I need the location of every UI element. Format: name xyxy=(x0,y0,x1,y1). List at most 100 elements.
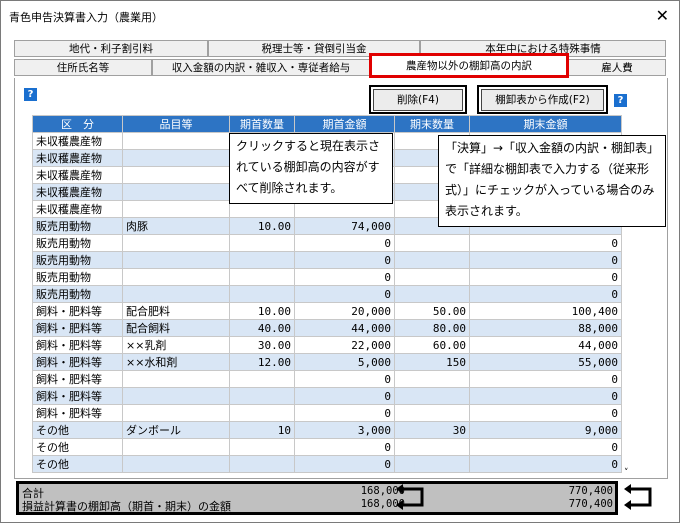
end-qty-cell[interactable] xyxy=(394,268,470,286)
category-cell[interactable]: 未収穫農産物 xyxy=(32,166,123,184)
begin-qty-cell[interactable]: 30.00 xyxy=(229,336,295,354)
end-amount-cell[interactable]: 0 xyxy=(469,455,622,473)
category-cell[interactable]: 飼料・肥料等 xyxy=(32,319,123,337)
begin-amount-cell[interactable]: 0 xyxy=(294,387,395,405)
end-qty-cell[interactable]: 50.00 xyxy=(394,302,470,320)
category-cell[interactable]: 飼料・肥料等 xyxy=(32,336,123,354)
item-cell[interactable] xyxy=(122,200,230,218)
begin-qty-cell[interactable]: 10 xyxy=(229,421,295,439)
begin-amount-cell[interactable]: 0 xyxy=(294,370,395,388)
category-cell[interactable]: 販売用動物 xyxy=(32,234,123,252)
category-cell[interactable]: 飼料・肥料等 xyxy=(32,353,123,371)
tab-income-breakdown[interactable]: 収入金額の内訳・雑収入・専従者給与 xyxy=(152,59,370,76)
delete-button[interactable]: 削除(F4) xyxy=(373,89,463,111)
table-row[interactable]: 販売用動物 0 0 xyxy=(32,251,622,269)
item-cell[interactable] xyxy=(122,268,230,286)
begin-amount-cell[interactable]: 74,000 xyxy=(294,217,395,235)
end-qty-cell[interactable]: 60.00 xyxy=(394,336,470,354)
item-cell[interactable] xyxy=(122,370,230,388)
category-cell[interactable]: 未収穫農産物 xyxy=(32,149,123,167)
end-amount-cell[interactable]: 0 xyxy=(469,370,622,388)
end-qty-cell[interactable] xyxy=(394,438,470,456)
end-qty-cell[interactable] xyxy=(394,455,470,473)
item-cell[interactable] xyxy=(122,455,230,473)
end-amount-cell[interactable]: 9,000 xyxy=(469,421,622,439)
help-icon-create[interactable]: ? xyxy=(614,94,627,107)
category-cell[interactable]: 飼料・肥料等 xyxy=(32,387,123,405)
begin-qty-cell[interactable]: 40.00 xyxy=(229,319,295,337)
begin-amount-cell[interactable]: 0 xyxy=(294,438,395,456)
begin-amount-cell[interactable]: 3,000 xyxy=(294,421,395,439)
begin-amount-cell[interactable]: 0 xyxy=(294,455,395,473)
category-cell[interactable]: その他 xyxy=(32,438,123,456)
tab-rent-interest[interactable]: 地代・利子割引料 xyxy=(14,40,208,57)
begin-amount-cell[interactable]: 20,000 xyxy=(294,302,395,320)
end-amount-cell[interactable]: 0 xyxy=(469,438,622,456)
item-cell[interactable] xyxy=(122,183,230,201)
tab-address-name[interactable]: 住所氏名等 xyxy=(14,59,152,76)
item-cell[interactable]: 配合肥料 xyxy=(122,302,230,320)
category-cell[interactable]: 未収穫農産物 xyxy=(32,200,123,218)
table-row[interactable]: 販売用動物 0 0 xyxy=(32,285,622,303)
category-cell[interactable]: その他 xyxy=(32,455,123,473)
end-amount-cell[interactable]: 0 xyxy=(469,285,622,303)
end-qty-cell[interactable] xyxy=(394,370,470,388)
begin-qty-cell[interactable]: 10.00 xyxy=(229,302,295,320)
table-row[interactable]: 飼料・肥料等 0 0 xyxy=(32,370,622,388)
item-cell[interactable] xyxy=(122,285,230,303)
category-cell[interactable]: 未収穫農産物 xyxy=(32,183,123,201)
end-amount-cell[interactable]: 0 xyxy=(469,387,622,405)
end-amount-cell[interactable]: 0 xyxy=(469,234,622,252)
tab-employee-wages[interactable]: 雇人費 xyxy=(568,59,666,76)
begin-amount-cell[interactable]: 0 xyxy=(294,404,395,422)
begin-amount-cell[interactable]: 0 xyxy=(294,234,395,252)
category-cell[interactable]: その他 xyxy=(32,421,123,439)
end-amount-cell[interactable]: 0 xyxy=(469,251,622,269)
category-cell[interactable]: 飼料・肥料等 xyxy=(32,404,123,422)
help-icon[interactable]: ? xyxy=(24,88,37,101)
end-qty-cell[interactable] xyxy=(394,251,470,269)
create-from-inventory-button[interactable]: 棚卸表から作成(F2) xyxy=(481,89,604,111)
scroll-down-icon[interactable]: ˅ xyxy=(624,468,629,478)
item-cell[interactable]: 配合飼料 xyxy=(122,319,230,337)
begin-qty-cell[interactable]: 10.00 xyxy=(229,217,295,235)
begin-qty-cell[interactable] xyxy=(229,370,295,388)
table-row[interactable]: その他 0 0 xyxy=(32,438,622,456)
table-row[interactable]: 販売用動物 0 0 xyxy=(32,234,622,252)
table-row[interactable]: その他 0 0 xyxy=(32,455,622,473)
item-cell[interactable]: 肉豚 xyxy=(122,217,230,235)
category-cell[interactable]: 販売用動物 xyxy=(32,217,123,235)
begin-qty-cell[interactable]: 12.00 xyxy=(229,353,295,371)
table-row[interactable]: 飼料・肥料等 0 0 xyxy=(32,404,622,422)
begin-qty-cell[interactable] xyxy=(229,268,295,286)
item-cell[interactable] xyxy=(122,234,230,252)
end-qty-cell[interactable] xyxy=(394,234,470,252)
item-cell[interactable]: ××水和剤 xyxy=(122,353,230,371)
item-cell[interactable] xyxy=(122,132,230,150)
end-qty-cell[interactable] xyxy=(394,387,470,405)
begin-qty-cell[interactable] xyxy=(229,234,295,252)
category-cell[interactable]: 飼料・肥料等 xyxy=(32,370,123,388)
category-cell[interactable]: 販売用動物 xyxy=(32,285,123,303)
begin-amount-cell[interactable]: 0 xyxy=(294,285,395,303)
end-qty-cell[interactable]: 30 xyxy=(394,421,470,439)
item-cell[interactable] xyxy=(122,251,230,269)
category-cell[interactable]: 販売用動物 xyxy=(32,268,123,286)
category-cell[interactable]: 飼料・肥料等 xyxy=(32,302,123,320)
item-cell[interactable] xyxy=(122,438,230,456)
end-amount-cell[interactable]: 100,400 xyxy=(469,302,622,320)
table-row[interactable]: 飼料・肥料等 0 0 xyxy=(32,387,622,405)
end-qty-cell[interactable]: 150 xyxy=(394,353,470,371)
begin-amount-cell[interactable]: 0 xyxy=(294,251,395,269)
begin-qty-cell[interactable] xyxy=(229,455,295,473)
item-cell[interactable] xyxy=(122,149,230,167)
category-cell[interactable]: 販売用動物 xyxy=(32,251,123,269)
end-amount-cell[interactable]: 55,000 xyxy=(469,353,622,371)
begin-amount-cell[interactable]: 0 xyxy=(294,268,395,286)
table-row[interactable]: 飼料・肥料等 ××水和剤 12.00 5,000 150 55,000 xyxy=(32,353,622,371)
item-cell[interactable]: ダンボール xyxy=(122,421,230,439)
table-row[interactable]: 飼料・肥料等 配合肥料 10.00 20,000 50.00 100,400 xyxy=(32,302,622,320)
begin-amount-cell[interactable]: 44,000 xyxy=(294,319,395,337)
item-cell[interactable] xyxy=(122,166,230,184)
item-cell[interactable]: ××乳剤 xyxy=(122,336,230,354)
